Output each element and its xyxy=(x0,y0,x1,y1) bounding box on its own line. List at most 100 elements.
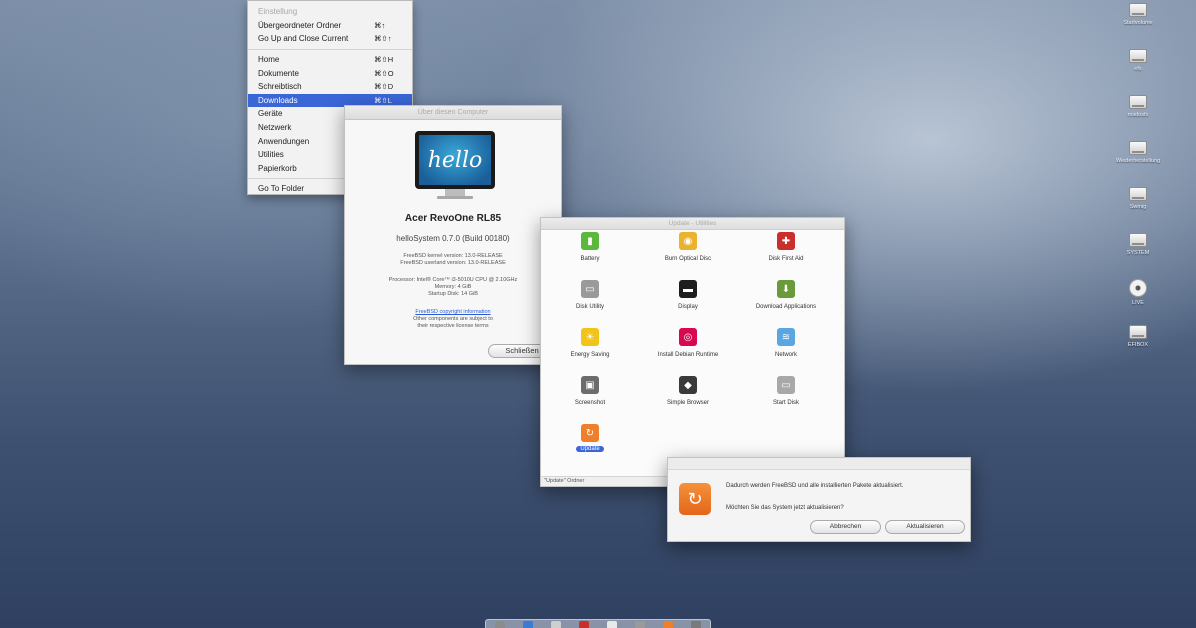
dock xyxy=(485,619,711,628)
utility-label: Start Disk xyxy=(772,400,799,406)
utility-install-debian-runtime[interactable]: ◎ Install Debian Runtime xyxy=(639,328,737,376)
screenshot-icon: ▣ xyxy=(581,376,599,394)
dock-app-icon[interactable] xyxy=(579,621,589,628)
utility-label: Network xyxy=(774,352,797,358)
utility-start-disk[interactable]: ▭ Start Disk xyxy=(737,376,835,424)
utility-label: Energy Saving xyxy=(570,352,610,358)
utility-label: Burn Optical Disc xyxy=(664,256,712,262)
desktop-icon-label: Startvolume xyxy=(1123,20,1153,26)
dock-app-icon[interactable] xyxy=(607,621,617,628)
license-line-1: Other components are subject to xyxy=(413,316,493,322)
menu-item-shortcut: ⌘⇧D xyxy=(374,82,394,92)
utility-screenshot[interactable]: ▣ Screenshot xyxy=(541,376,639,424)
desktop-icon-system[interactable]: SYSTEM xyxy=(1098,233,1178,256)
drive-icon xyxy=(1129,325,1147,339)
burn-disc-icon: ◉ xyxy=(679,232,697,250)
utility-label: Download Applications xyxy=(755,304,817,310)
menu-item-shortcut: ⌘⇧H xyxy=(374,55,394,65)
menu-item-schreibtisch[interactable]: Schreibtisch ⌘⇧D xyxy=(248,80,412,94)
desktop-icon-msdosfs[interactable]: msdosfs xyxy=(1098,95,1178,118)
license-info: FreeBSD copyright information Other comp… xyxy=(345,309,561,330)
desktop-icon-efs[interactable]: efs xyxy=(1098,49,1178,72)
menu-item-label: Anwendungen xyxy=(258,136,310,146)
desktop-icon-swmig[interactable]: Swmig xyxy=(1098,187,1178,210)
desktop-icon-startvolume[interactable]: Startvolume xyxy=(1098,3,1178,26)
menu-item--bergeordneter-ordner[interactable]: Übergeordneter Ordner ⌘↑ xyxy=(248,19,412,33)
browser-icon: ◆ xyxy=(679,376,697,394)
dock-app-icon[interactable] xyxy=(635,621,645,628)
hello-screen-text: hello xyxy=(419,135,491,185)
about-window: Über diesen Computer hello Acer RevoOne … xyxy=(344,105,562,365)
utility-update[interactable]: ↻ Update xyxy=(541,424,639,472)
menu-item-label: Home xyxy=(258,55,280,65)
utility-disk-utility[interactable]: ▭ Disk Utility xyxy=(541,280,639,328)
desktop-icon-label: msdosfs xyxy=(1127,112,1149,118)
monitor-base xyxy=(437,196,473,199)
menu-item-label: Netzwerk xyxy=(258,123,292,133)
network-icon: ≋ xyxy=(777,328,795,346)
kernel-version: FreeBSD kernel version: 13.0-RELEASE xyxy=(403,253,503,259)
desktop-icon-label: LIVE xyxy=(1132,300,1144,306)
desktop-icon-wiederherstellung[interactable]: Wiederherstellung xyxy=(1098,141,1178,164)
drive-icon xyxy=(1129,49,1147,63)
utility-network[interactable]: ≋ Network xyxy=(737,328,835,376)
dock-app-icon[interactable] xyxy=(551,621,561,628)
desktop-icon-label: Swmig xyxy=(1129,204,1147,210)
menu-item-shortcut: ⌘↑ xyxy=(374,20,386,30)
download-apps-icon: ⬇ xyxy=(777,280,795,298)
utility-battery[interactable]: ▮ Battery xyxy=(541,232,639,280)
utility-download-applications[interactable]: ⬇ Download Applications xyxy=(737,280,835,328)
menu-item-home[interactable]: Home ⌘⇧H xyxy=(248,53,412,67)
first-aid-icon: ✚ xyxy=(777,232,795,250)
cd-icon xyxy=(1129,279,1147,297)
menu-item-go-up-and-close-current[interactable]: Go Up and Close Current ⌘⇧↑ xyxy=(248,32,412,46)
menu-item-label: Schreibtisch xyxy=(258,82,302,92)
menu-item-label: Downloads xyxy=(258,95,298,105)
cancel-button[interactable]: Abbrechen xyxy=(810,520,881,534)
utility-label: Install Debian Runtime xyxy=(657,352,719,358)
dialog-question: Möchten Sie das System jetzt aktualisier… xyxy=(726,505,844,511)
menu-item-shortcut: ⌘⇧L xyxy=(374,95,392,105)
dialog-message: Dadurch werden FreeBSD und alle installi… xyxy=(726,483,904,489)
utility-simple-browser[interactable]: ◆ Simple Browser xyxy=(639,376,737,424)
dock-app-icon[interactable] xyxy=(523,621,533,628)
menu-separator xyxy=(248,48,412,50)
desktop-icon-live[interactable]: LIVE xyxy=(1098,279,1178,306)
utility-label: Display xyxy=(678,304,698,310)
drive-icon xyxy=(1129,95,1147,109)
processor-info: Processor: Intel® Core™ i3-5010U CPU @ 2… xyxy=(388,277,518,283)
menu-item-dokumente[interactable]: Dokumente ⌘⇧O xyxy=(248,66,412,80)
menu-item-einstellung[interactable]: Einstellung xyxy=(248,5,412,19)
menu-item-label: Dokumente xyxy=(258,68,299,78)
menu-item-label: Übergeordneter Ordner xyxy=(258,20,342,30)
dock-app-icon[interactable] xyxy=(663,621,673,628)
menu-item-label: Einstellung xyxy=(258,7,298,17)
os-version: helloSystem 0.7.0 (Build 00180) xyxy=(396,234,510,243)
hardware-info: Processor: Intel® Core™ i3-5010U CPU @ 2… xyxy=(345,277,561,298)
utility-label: Simple Browser xyxy=(666,400,709,406)
dock-app-icon[interactable] xyxy=(691,621,701,628)
dock-app-icon[interactable] xyxy=(495,621,505,628)
debian-icon: ◎ xyxy=(679,328,697,346)
drive-icon xyxy=(1129,3,1147,17)
about-window-title: Über diesen Computer xyxy=(345,106,561,120)
update-button[interactable]: Aktualisieren xyxy=(885,520,965,534)
utility-burn-optical-disc[interactable]: ◉ Burn Optical Disc xyxy=(639,232,737,280)
battery-icon: ▮ xyxy=(581,232,599,250)
desktop-icon-efibox[interactable]: EFIBOX xyxy=(1098,325,1178,348)
utility-display[interactable]: ▬ Display xyxy=(639,280,737,328)
copyright-link[interactable]: FreeBSD copyright information xyxy=(345,309,561,316)
menu-item-label: Utilities xyxy=(258,150,284,160)
desktop-icon-label: SYSTEM xyxy=(1126,250,1150,256)
monitor-icon: hello xyxy=(415,131,495,189)
utility-disk-first-aid[interactable]: ✚ Disk First Aid xyxy=(737,232,835,280)
desktop-icon-label: efs xyxy=(1134,66,1142,72)
drive-icon xyxy=(1129,233,1147,247)
drive-icon xyxy=(1129,141,1147,155)
computer-model: Acer RevoOne RL85 xyxy=(404,213,502,224)
utilities-window-title: Update - Utilities xyxy=(541,218,844,230)
update-icon: ↻ xyxy=(679,483,711,515)
energy-icon: ☀ xyxy=(581,328,599,346)
utility-energy-saving[interactable]: ☀ Energy Saving xyxy=(541,328,639,376)
update-icon: ↻ xyxy=(581,424,599,442)
